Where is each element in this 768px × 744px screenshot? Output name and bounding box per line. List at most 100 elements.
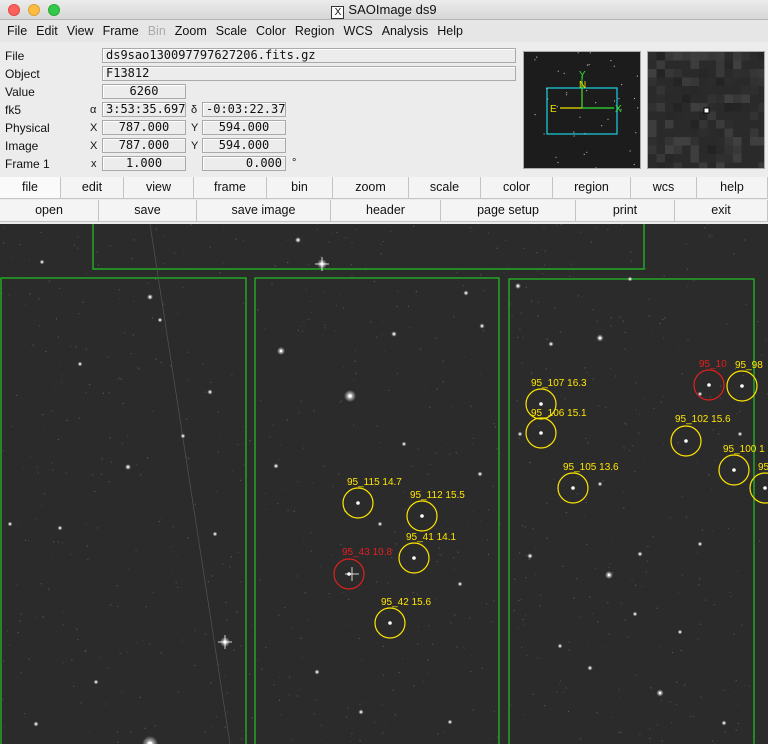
star	[127, 466, 129, 468]
noise-pixel	[73, 244, 76, 246]
menu-scale[interactable]: Scale	[216, 24, 247, 38]
button-open[interactable]: open	[0, 200, 99, 222]
button-bin[interactable]: bin	[267, 177, 333, 199]
noise-pixel	[141, 640, 143, 642]
noise-pixel	[733, 691, 735, 693]
noise-pixel	[532, 528, 534, 530]
magnifier-pixel	[707, 145, 716, 154]
value-label: Value	[5, 85, 35, 99]
alpha-label: α	[90, 104, 97, 116]
noise-pixel	[608, 633, 610, 635]
noise-pixel	[286, 419, 288, 421]
menu-bin[interactable]: Bin	[148, 24, 166, 38]
source-star	[356, 501, 360, 505]
star	[297, 239, 299, 241]
noise-pixel	[624, 331, 626, 334]
noise-pixel	[697, 638, 699, 640]
noise-pixel	[380, 243, 382, 245]
chip-region-top[interactable]	[92, 224, 645, 270]
noise-pixel	[445, 520, 447, 522]
magnifier-pixel	[648, 77, 657, 86]
noise-pixel	[480, 274, 482, 276]
noise-pixel	[705, 292, 707, 294]
star	[479, 473, 481, 475]
magnifier-pixel	[665, 120, 674, 129]
chip-region-middle[interactable]	[254, 277, 500, 744]
button-view[interactable]: view	[124, 177, 194, 199]
magnifier-pixel	[733, 52, 742, 61]
noise-pixel	[663, 337, 665, 339]
menu-view[interactable]: View	[67, 24, 94, 38]
image-canvas[interactable]: 95_107 16.3 95_106 15.1 95_102 15.6 95_105 …	[0, 224, 768, 744]
noise-pixel	[590, 588, 593, 590]
noise-pixel	[173, 551, 176, 553]
menu-analysis[interactable]: Analysis	[382, 24, 429, 38]
noise-pixel	[3, 227, 5, 229]
frame-x-label: x	[91, 158, 97, 170]
button-save-image[interactable]: save image	[197, 200, 331, 222]
noise-pixel	[413, 714, 415, 716]
noise-pixel	[26, 517, 28, 519]
noise-pixel	[97, 264, 100, 266]
image-display[interactable]: 95_107 16.3 95_106 15.1 95_102 15.6 95_105 …	[0, 224, 768, 744]
chip-region-right[interactable]	[508, 278, 755, 744]
noise-pixel	[316, 228, 318, 230]
button-edit[interactable]: edit	[61, 177, 124, 199]
menu-wcs[interactable]: WCS	[344, 24, 373, 38]
menu-file[interactable]: File	[7, 24, 27, 38]
noise-pixel	[218, 663, 220, 665]
button-zoom[interactable]: zoom	[333, 177, 409, 199]
noise-pixel	[698, 578, 701, 580]
button-exit[interactable]: exit	[675, 200, 768, 222]
noise-pixel	[240, 645, 242, 647]
button-save[interactable]: save	[99, 200, 197, 222]
noise-pixel	[345, 624, 347, 626]
noise-pixel	[19, 243, 21, 246]
noise-pixel	[620, 731, 622, 733]
window-title: X SAOImage ds9	[0, 2, 768, 19]
menu-region[interactable]: Region	[295, 24, 335, 38]
button-help[interactable]: help	[697, 177, 768, 199]
noise-pixel	[564, 398, 566, 400]
menu-frame[interactable]: Frame	[103, 24, 139, 38]
star	[182, 435, 184, 437]
button-frame[interactable]: frame	[194, 177, 267, 199]
noise-pixel	[77, 236, 79, 238]
noise-pixel	[209, 246, 211, 248]
menu-color[interactable]: Color	[256, 24, 286, 38]
noise-pixel	[669, 517, 671, 519]
button-print[interactable]: print	[576, 200, 675, 222]
panner[interactable]: N E X Y	[523, 51, 641, 169]
noise-pixel	[696, 462, 698, 464]
button-page-setup[interactable]: page setup	[441, 200, 576, 222]
image-x-field: 787.000	[102, 138, 186, 153]
menu-zoom[interactable]: Zoom	[175, 24, 207, 38]
button-file[interactable]: file	[0, 177, 61, 199]
noise-pixel	[731, 570, 733, 572]
noise-pixel	[687, 339, 689, 342]
button-region[interactable]: region	[553, 177, 631, 199]
magnifier-pixel	[750, 111, 759, 120]
noise-pixel	[466, 524, 468, 526]
noise-pixel	[332, 485, 334, 488]
noise-pixel	[154, 725, 156, 727]
magnifier-pixel	[690, 52, 699, 61]
noise-pixel	[524, 714, 526, 716]
button-header[interactable]: header	[331, 200, 441, 222]
noise-pixel	[231, 374, 233, 376]
noise-pixel	[496, 448, 498, 450]
noise-pixel	[416, 593, 418, 595]
noise-pixel	[765, 339, 767, 341]
panner-star	[555, 156, 557, 158]
noise-pixel	[211, 726, 213, 728]
menu-edit[interactable]: Edit	[36, 24, 58, 38]
noise-pixel	[224, 676, 226, 678]
button-scale[interactable]: scale	[409, 177, 481, 199]
button-wcs[interactable]: wcs	[631, 177, 697, 199]
menu-help[interactable]: Help	[437, 24, 463, 38]
noise-pixel	[567, 711, 570, 713]
noise-pixel	[237, 443, 239, 446]
button-color[interactable]: color	[481, 177, 553, 199]
chip-region-left[interactable]	[0, 277, 247, 744]
noise-pixel	[99, 657, 101, 659]
